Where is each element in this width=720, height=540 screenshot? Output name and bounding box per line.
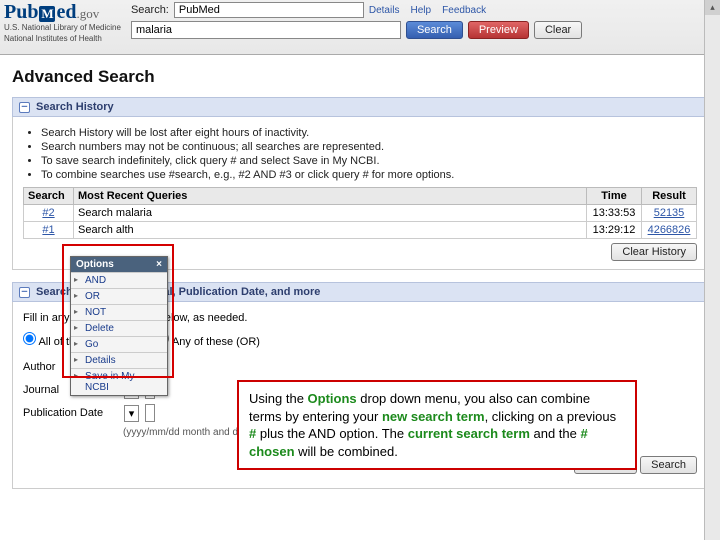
site-header: PubMed.gov U.S. National Library of Medi… bbox=[0, 0, 720, 55]
callout-kw-current: current search term bbox=[408, 426, 530, 441]
scroll-up-icon[interactable]: ▴ bbox=[705, 0, 720, 15]
vertical-scrollbar[interactable]: ▴ bbox=[704, 0, 720, 540]
options-item-and[interactable]: AND bbox=[71, 272, 167, 288]
callout-kw-options: Options bbox=[308, 391, 357, 406]
col-query: Most Recent Queries bbox=[74, 188, 587, 205]
col-result: Result bbox=[642, 188, 697, 205]
table-row: #2 Search malaria 13:33:53 52135 bbox=[24, 205, 697, 222]
options-list: AND OR NOT Delete Go Details Save in My … bbox=[71, 272, 167, 395]
clear-history-button[interactable]: Clear History bbox=[611, 243, 697, 261]
details-link[interactable]: Details bbox=[369, 5, 400, 16]
logo-sub2: National Institutes of Health bbox=[4, 35, 121, 44]
pubdate-select[interactable]: ▾ bbox=[124, 405, 139, 422]
history-title: Search History bbox=[36, 101, 114, 113]
logo-ed: ed bbox=[56, 1, 76, 23]
history-note: Search History will be lost after eight … bbox=[41, 127, 697, 139]
history-note: To save search indefinitely, click query… bbox=[41, 155, 697, 167]
header-links: Details Help Feedback bbox=[369, 4, 494, 16]
search-zone: Search: PubMed Details Help Feedback Sea… bbox=[131, 2, 716, 39]
builder-search-button[interactable]: Search bbox=[640, 456, 697, 474]
search-button[interactable]: Search bbox=[406, 21, 463, 39]
feedback-link[interactable]: Feedback bbox=[442, 5, 486, 16]
history-result-link[interactable]: 52135 bbox=[654, 207, 685, 219]
radio-any-label[interactable]: Any of these (OR) bbox=[156, 332, 260, 348]
help-link[interactable]: Help bbox=[411, 5, 432, 16]
page-title: Advanced Search bbox=[12, 67, 708, 87]
col-time: Time bbox=[587, 188, 642, 205]
history-panel-header[interactable]: − Search History bbox=[12, 97, 708, 117]
search-input[interactable] bbox=[131, 21, 401, 39]
preview-button[interactable]: Preview bbox=[468, 21, 529, 39]
history-query-text: Search malaria bbox=[74, 205, 587, 222]
history-panel-body: Search History will be lost after eight … bbox=[12, 117, 708, 270]
pubmed-logo[interactable]: PubMed.gov bbox=[4, 2, 121, 22]
options-title-bar: Options × bbox=[71, 257, 167, 272]
logo-sub1: U.S. National Library of Medicine bbox=[4, 24, 121, 33]
radio-all[interactable] bbox=[23, 332, 36, 345]
options-title: Options bbox=[76, 259, 114, 270]
options-dropdown: Options × AND OR NOT Delete Go Details S… bbox=[70, 256, 168, 396]
logo-gov: .gov bbox=[76, 6, 99, 21]
table-row: #1 Search alth 13:29:12 4266826 bbox=[24, 222, 697, 239]
logo-cube-icon: M bbox=[39, 6, 55, 22]
close-icon[interactable]: × bbox=[156, 259, 162, 270]
options-item-go[interactable]: Go bbox=[71, 336, 167, 352]
callout-kw-new: new search term bbox=[382, 409, 485, 424]
history-query-text: Search alth bbox=[74, 222, 587, 239]
options-item-or[interactable]: OR bbox=[71, 288, 167, 304]
history-time: 13:33:53 bbox=[587, 205, 642, 222]
options-item-details[interactable]: Details bbox=[71, 352, 167, 368]
history-note: To combine searches use #search, e.g., #… bbox=[41, 169, 697, 181]
history-query-num[interactable]: #1 bbox=[42, 224, 54, 236]
clear-button[interactable]: Clear bbox=[534, 21, 582, 39]
search-scope-select[interactable]: PubMed bbox=[174, 2, 364, 18]
pubdate-label: Publication Date bbox=[23, 407, 118, 419]
collapse-icon[interactable]: − bbox=[19, 102, 30, 113]
options-item-save[interactable]: Save in My NCBI bbox=[71, 368, 167, 395]
search-label: Search: bbox=[131, 4, 169, 16]
options-item-delete[interactable]: Delete bbox=[71, 320, 167, 336]
history-time: 13:29:12 bbox=[587, 222, 642, 239]
history-note: Search numbers may not be continuous; al… bbox=[41, 141, 697, 153]
history-result-link[interactable]: 4266826 bbox=[648, 224, 691, 236]
logo-pub: Pub bbox=[4, 1, 38, 23]
options-item-not[interactable]: NOT bbox=[71, 304, 167, 320]
history-query-num[interactable]: #2 bbox=[42, 207, 54, 219]
pubdate-input[interactable] bbox=[145, 404, 155, 422]
collapse-icon[interactable]: − bbox=[19, 287, 30, 298]
history-header-row: Search Most Recent Queries Time Result bbox=[24, 188, 697, 205]
history-table: Search Most Recent Queries Time Result #… bbox=[23, 187, 697, 239]
annotation-callout: Using the Options drop down menu, you al… bbox=[237, 380, 637, 470]
logo-block: PubMed.gov U.S. National Library of Medi… bbox=[4, 2, 121, 44]
history-notes: Search History will be lost after eight … bbox=[41, 127, 697, 181]
col-search: Search bbox=[24, 188, 74, 205]
